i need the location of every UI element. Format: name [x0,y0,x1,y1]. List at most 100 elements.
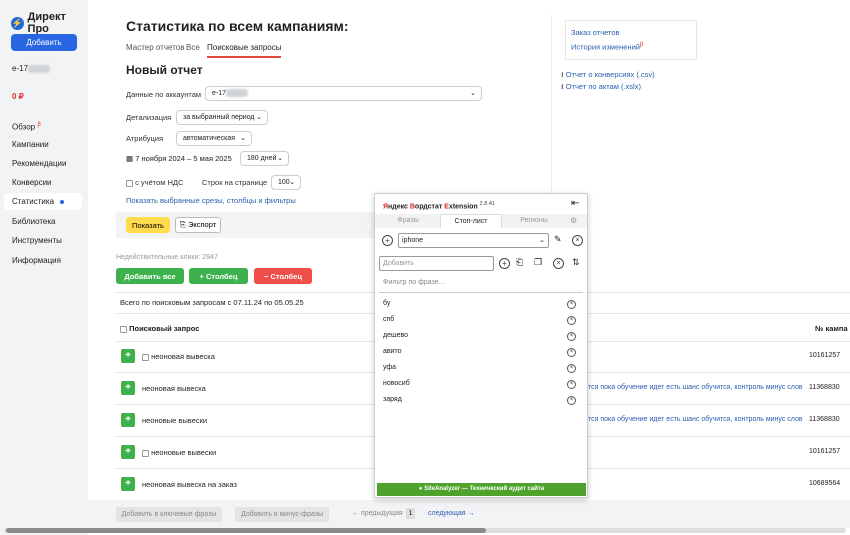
copy-icon[interactable]: ❐ [534,257,542,268]
column-header-query[interactable]: Поисковый запрос [120,324,199,333]
tab-phrases[interactable]: Фразы [377,214,439,228]
beta-badge: β [37,122,41,128]
query-text: неоновая вывеска на заказ [142,480,237,489]
export-button[interactable]: ⎘ Экспорт [175,217,221,233]
nav-info[interactable]: Информация [4,252,82,269]
balance[interactable]: 0 ₽ [12,92,24,101]
stop-word: уфа [383,364,397,371]
history-link[interactable]: История измененийβ [571,42,643,52]
app-logo[interactable]: ⚡ Директ Про [11,11,88,35]
tab-regions[interactable]: Регионы [503,214,565,228]
query-text: неоновая вывеска [142,384,206,393]
remove-word-icon[interactable]: × [567,348,576,357]
add-row-button[interactable]: + [121,445,135,459]
add-list-icon[interactable]: + [382,235,393,246]
stop-list-select[interactable]: iphone ⌄ [398,233,549,248]
beta-badge: β [639,42,644,48]
link-text: Отчет по актам (.xslx) [565,82,641,91]
attribution-select[interactable]: автоматическая ⌄ [176,131,252,146]
add-button[interactable]: Добавить [11,34,77,51]
add-column-button[interactable]: + Столбец [189,268,248,284]
download-icon: ⭳ [561,82,564,91]
date-range-picker[interactable]: ▦ 7 ноября 2024 – 5 мая 2025 [126,151,234,166]
detail-select[interactable]: за выбранный период ⌄ [176,110,268,125]
filter-input[interactable]: Фильтр по фразе... [383,279,444,286]
delete-list-icon[interactable]: × [572,235,583,246]
prev-page-link[interactable]: ← предыдущая [352,510,403,517]
checkbox[interactable] [126,179,133,187]
siteanalyzer-banner[interactable]: ● SiteAnalyzer — Технический аудит сайта [377,483,586,496]
title-part: ордстат [414,203,445,211]
rows-select[interactable]: 100 ⌄ [271,175,301,190]
nav-conversions[interactable]: Конверсии [4,174,82,191]
nav-overview[interactable]: Обзор β [4,117,82,134]
add-word-placeholder: Добавить [383,260,414,267]
scrollbar-thumb[interactable] [6,528,486,533]
remove-word-icon[interactable]: × [567,364,576,373]
column-header-campaign[interactable]: № кампа [815,324,848,333]
account-selector[interactable]: e-17 [12,64,51,73]
gear-icon[interactable]: ⚙ [570,216,577,225]
tab-search-queries[interactable]: Поисковые запросы [207,43,282,58]
vat-checkbox[interactable]: с учётом НДС [126,178,183,187]
history-text: История изменений [571,42,640,52]
select-all-checkbox[interactable] [120,325,127,333]
divider [551,15,552,205]
tab-stop-list[interactable]: Стоп-лист [440,214,502,228]
nav-campaigns[interactable]: Кампании [4,136,82,153]
show-button[interactable]: Показать [126,217,170,233]
nav-statistics[interactable]: Статистика [4,193,82,210]
sidebar: ⚡ Директ Про Добавить e-17 0 ₽ Обзор β К… [0,0,88,535]
add-row-button[interactable]: + [121,349,135,363]
remove-word-icon[interactable]: × [567,316,576,325]
tab-report-master[interactable]: Мастер отчетов [126,43,184,52]
tab-all[interactable]: Все [186,43,200,52]
remove-word-icon[interactable]: × [567,300,576,309]
remove-column-button[interactable]: − Столбец [254,268,312,284]
nav-label: Информация [12,256,61,265]
row-checkbox[interactable] [142,449,149,457]
nav-label: Кампании [12,140,49,149]
add-word-input[interactable]: Добавить [379,256,494,271]
add-row-button[interactable]: + [121,477,135,491]
accounts-select[interactable]: e-17 ⌄ [205,86,482,101]
period-select[interactable]: 180 дней ⌄ [240,151,289,166]
stop-word: новосиб [383,380,410,387]
row-checkbox[interactable] [142,353,149,361]
add-word-icon[interactable]: + [499,258,510,269]
add-to-minus-button[interactable]: Добавить в минус-фразы [235,507,329,522]
remove-word-icon[interactable]: × [567,396,576,405]
nav-tools[interactable]: Инструменты [4,232,82,249]
edit-list-icon[interactable]: ✎ [554,234,562,245]
nav-library[interactable]: Библиотека [4,213,82,230]
horizontal-scrollbar[interactable] [4,528,846,533]
sort-icon[interactable]: ⇅ [572,257,580,268]
account-blur [28,64,51,73]
add-row-button[interactable]: + [121,413,135,427]
stop-word: спб [383,316,395,323]
clear-icon[interactable]: × [553,258,564,269]
campaign-name-link[interactable]: тся пока обучение идет есть шанс обучитс… [588,416,803,423]
page-title: Статистика по всем кампаниям: [126,18,349,34]
export-label: Экспорт [187,220,217,229]
add-all-button[interactable]: Добавить все [116,268,184,284]
nav-label: Конверсии [12,178,52,187]
nav-recommendations[interactable]: Рекомендации [4,155,82,172]
page-number[interactable]: 1 [406,508,415,519]
next-page-link[interactable]: следующая → [428,510,475,517]
remove-word-icon[interactable]: × [567,332,576,341]
campaign-name-link[interactable]: тся пока обучение идет есть шанс обучитс… [588,384,803,391]
remove-word-icon[interactable]: × [567,380,576,389]
chevron-down-icon: ⌄ [470,90,476,97]
rows-label: Строк на странице [202,178,268,187]
acts-report-link[interactable]: ⭳ Отчет по актам (.xslx) [561,81,641,94]
paste-icon[interactable]: ⎗ [516,257,523,268]
add-row-button[interactable]: + [121,381,135,395]
accounts-label: Данные по аккаунтам [126,90,202,99]
add-to-keywords-button[interactable]: Добавить в ключевые фразы [116,507,222,522]
order-reports-link[interactable]: Заказ отчетов [571,28,620,37]
query-text: неоновая вывеска [151,352,215,361]
campaign-id: 11368830 [809,384,840,391]
show-filters-link[interactable]: Показать выбранные срезы, столбцы и филь… [126,196,296,205]
back-arrow-icon[interactable]: ⇤ [571,198,579,209]
